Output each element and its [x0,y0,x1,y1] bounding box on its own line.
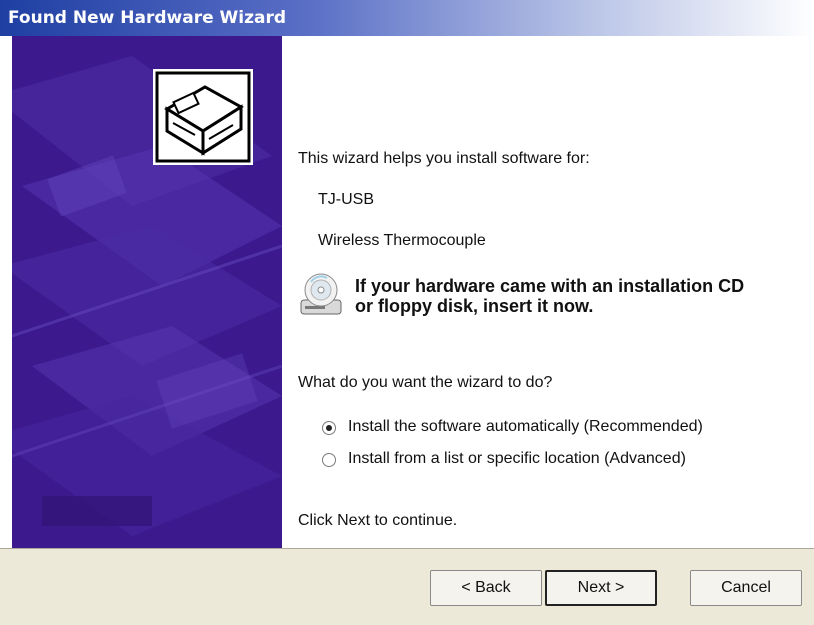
continue-text: Click Next to continue. [298,512,458,529]
radio-button-selected[interactable] [322,421,336,435]
option-install-from-list[interactable]: Install from a list or specific location… [322,450,762,472]
wizard-hardware-icon [153,69,253,165]
device-description: Wireless Thermocouple [318,232,486,249]
wizard-window: Found New Hardware Wizard This wizard he… [0,0,814,625]
option-label[interactable]: Install from a list or specific location… [348,450,686,468]
next-button[interactable]: Next > [545,570,657,606]
cancel-button[interactable]: Cancel [690,570,802,606]
title-bar[interactable]: Found New Hardware Wizard [0,0,814,36]
back-button[interactable]: < Back [430,570,542,606]
option-install-automatically[interactable]: Install the software automatically (Reco… [322,418,762,440]
cd-notice-line2: or floppy disk, insert it now. [355,296,594,316]
cd-notice: If your hardware came with an installati… [297,268,797,324]
question-text: What do you want the wizard to do? [298,374,553,391]
intro-text: This wizard helps you install software f… [298,150,590,167]
device-name: TJ-USB [318,191,374,208]
window-title: Found New Hardware Wizard [8,8,287,28]
option-label[interactable]: Install the software automatically (Reco… [348,418,703,436]
cd-notice-line1: If your hardware came with an installati… [355,276,745,296]
cd-drive-icon [300,273,342,315]
radio-button[interactable] [322,453,336,467]
